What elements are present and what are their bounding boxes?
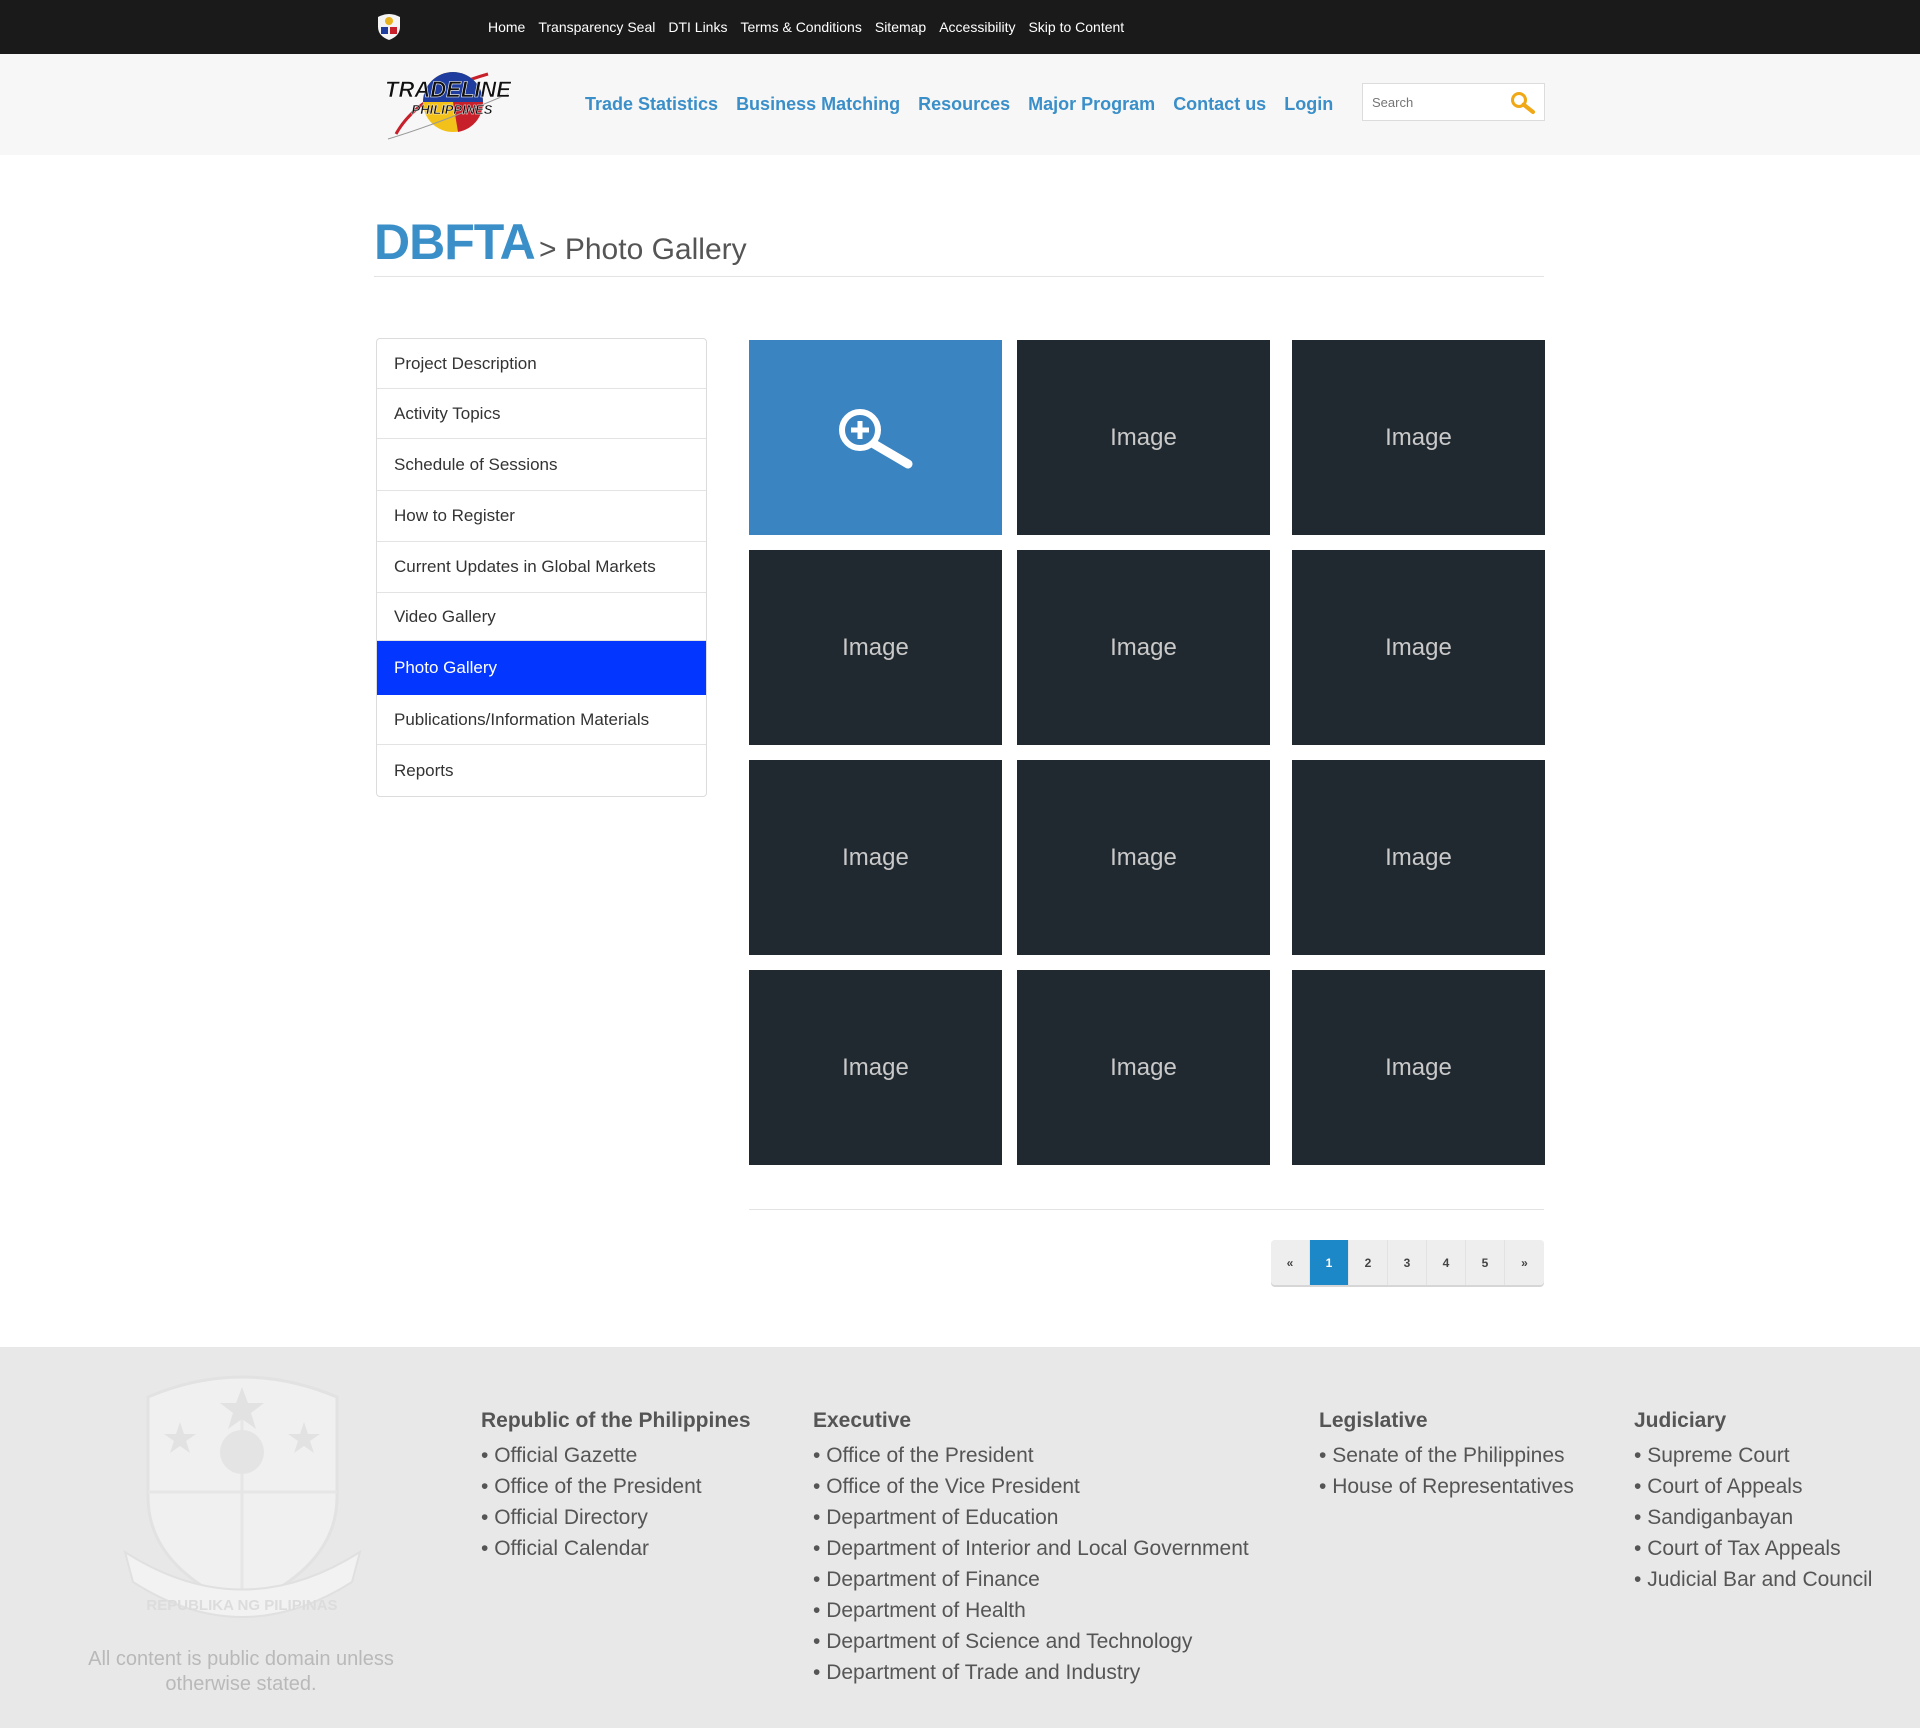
nav-contact-us[interactable]: Contact us: [1173, 94, 1266, 115]
footer-link[interactable]: • Court of Tax Appeals: [1634, 1533, 1872, 1564]
topbar-link-transparency-seal[interactable]: Transparency Seal: [538, 19, 655, 35]
footer-link[interactable]: • Sandiganbayan: [1634, 1502, 1872, 1533]
topbar-link-accessibility[interactable]: Accessibility: [939, 19, 1015, 35]
topbar-link-home[interactable]: Home: [488, 19, 525, 35]
gallery-tile[interactable]: Image: [1292, 550, 1545, 745]
top-bar: Home Transparency Seal DTI Links Terms &…: [0, 0, 1920, 54]
pagination-prev[interactable]: «: [1271, 1240, 1310, 1285]
gallery-tile[interactable]: Image: [1017, 340, 1270, 535]
topbar-link-sitemap[interactable]: Sitemap: [875, 19, 926, 35]
tradeline-logo[interactable]: TRADELINE PHILIPPINES: [378, 64, 518, 144]
public-domain-notice: All content is public domain unless othe…: [88, 1648, 394, 1695]
footer-heading: Republic of the Philippines: [481, 1409, 751, 1432]
gallery-tile[interactable]: Image: [1292, 340, 1545, 535]
footer-link[interactable]: • Department of Health: [813, 1595, 1249, 1626]
pagination-page-5[interactable]: 5: [1466, 1240, 1505, 1285]
search-input[interactable]: [1372, 92, 1502, 112]
footer-link[interactable]: • Court of Appeals: [1634, 1471, 1872, 1502]
crest-banner-text: REPUBLIKA NG PILIPINAS: [146, 1597, 337, 1614]
sidebar-item-current-updates[interactable]: Current Updates in Global Markets: [377, 542, 706, 593]
footer-heading: Judiciary: [1634, 1409, 1727, 1432]
sidebar-item-publications[interactable]: Publications/Information Materials: [377, 695, 706, 745]
page-title: DBFTA > Photo Gallery: [374, 213, 1544, 277]
nav-resources[interactable]: Resources: [918, 94, 1010, 115]
sidebar-item-reports[interactable]: Reports: [377, 745, 706, 796]
sidebar-item-photo-gallery[interactable]: Photo Gallery: [377, 641, 706, 695]
footer-link[interactable]: • Official Directory: [481, 1502, 751, 1533]
sidebar-item-activity-topics[interactable]: Activity Topics: [377, 389, 706, 439]
footer-link[interactable]: • Department of Science and Technology: [813, 1626, 1249, 1657]
gallery-tile[interactable]: Image: [1292, 760, 1545, 955]
footer-link[interactable]: • Senate of the Philippines: [1319, 1440, 1574, 1471]
nav-business-matching[interactable]: Business Matching: [736, 94, 900, 115]
pagination: « 1 2 3 4 5 »: [1271, 1240, 1544, 1285]
footer-link[interactable]: • Office of the Vice President: [813, 1471, 1249, 1502]
gallery-tile[interactable]: Image: [1017, 760, 1270, 955]
footer-link[interactable]: • Judicial Bar and Council: [1634, 1564, 1872, 1595]
gallery-tile[interactable]: Image: [749, 550, 1002, 745]
pagination-page-3[interactable]: 3: [1388, 1240, 1427, 1285]
footer-link[interactable]: • Office of the President: [481, 1471, 751, 1502]
sidebar-item-video-gallery[interactable]: Video Gallery: [377, 593, 706, 641]
pagination-page-1[interactable]: 1: [1310, 1240, 1349, 1285]
gallery-tile[interactable]: Image: [749, 970, 1002, 1165]
footer-col-legislative: Legislative • Senate of the Philippines …: [1319, 1409, 1574, 1502]
topbar-link-skip-to-content[interactable]: Skip to Content: [1028, 19, 1124, 35]
footer-heading: Legislative: [1319, 1409, 1428, 1432]
logo-text-philippines: PHILIPPINES: [412, 102, 493, 117]
search-box: [1362, 83, 1545, 121]
footer-link[interactable]: • Department of Trade and Industry: [813, 1657, 1249, 1688]
footer-link[interactable]: • Department of Finance: [813, 1564, 1249, 1595]
nav-major-program[interactable]: Major Program: [1028, 94, 1155, 115]
footer-link[interactable]: • House of Representatives: [1319, 1471, 1574, 1502]
pagination-page-4[interactable]: 4: [1427, 1240, 1466, 1285]
footer-link[interactable]: • Official Gazette: [481, 1440, 751, 1471]
gallery-tile[interactable]: Image: [1017, 970, 1270, 1165]
sidebar-menu: Project Description Activity Topics Sche…: [376, 338, 707, 797]
gallery-tile-featured[interactable]: [749, 340, 1002, 535]
gallery-tile[interactable]: Image: [749, 760, 1002, 955]
philippine-seal-icon[interactable]: [375, 11, 403, 41]
zoom-in-icon: [838, 408, 912, 468]
philippine-crest-icon: REPUBLIKA NG PILIPINAS: [123, 1375, 362, 1618]
nav-login[interactable]: Login: [1284, 94, 1333, 115]
nav-trade-statistics[interactable]: Trade Statistics: [585, 94, 718, 115]
pagination-page-2[interactable]: 2: [1349, 1240, 1388, 1285]
topbar-link-terms[interactable]: Terms & Conditions: [740, 19, 861, 35]
footer-link[interactable]: • Department of Interior and Local Gover…: [813, 1533, 1249, 1564]
topbar-link-dti-links[interactable]: DTI Links: [668, 19, 727, 35]
site-footer: REPUBLIKA NG PILIPINAS All content is pu…: [0, 1347, 1920, 1728]
footer-link[interactable]: • Office of the President: [813, 1440, 1249, 1471]
site-header: TRADELINE PHILIPPINES Trade Statistics B…: [0, 54, 1920, 155]
page-title-main: DBFTA: [374, 214, 536, 270]
sidebar-item-schedule-of-sessions[interactable]: Schedule of Sessions: [377, 439, 706, 491]
page-title-breadcrumb: > Photo Gallery: [539, 233, 747, 266]
search-icon[interactable]: [1510, 91, 1536, 115]
pagination-next[interactable]: »: [1505, 1240, 1544, 1285]
footer-col-judiciary: Judiciary • Supreme Court • Court of App…: [1634, 1409, 1872, 1595]
footer-link[interactable]: • Department of Education: [813, 1502, 1249, 1533]
gallery-tile[interactable]: Image: [1017, 550, 1270, 745]
footer-link[interactable]: • Supreme Court: [1634, 1440, 1872, 1471]
footer-col-republic: Republic of the Philippines • Official G…: [481, 1409, 751, 1564]
gallery-tile[interactable]: Image: [1292, 970, 1545, 1165]
footer-link[interactable]: • Official Calendar: [481, 1533, 751, 1564]
footer-heading: Executive: [813, 1409, 912, 1432]
sidebar-item-how-to-register[interactable]: How to Register: [377, 491, 706, 542]
gallery-divider: [749, 1209, 1544, 1210]
logo-text-tradeline: TRADELINE: [385, 77, 512, 102]
main-nav: Trade Statistics Business Matching Resou…: [585, 54, 1351, 155]
sidebar-item-project-description[interactable]: Project Description: [377, 339, 706, 389]
footer-col-executive: Executive • Office of the President • Of…: [813, 1409, 1249, 1688]
